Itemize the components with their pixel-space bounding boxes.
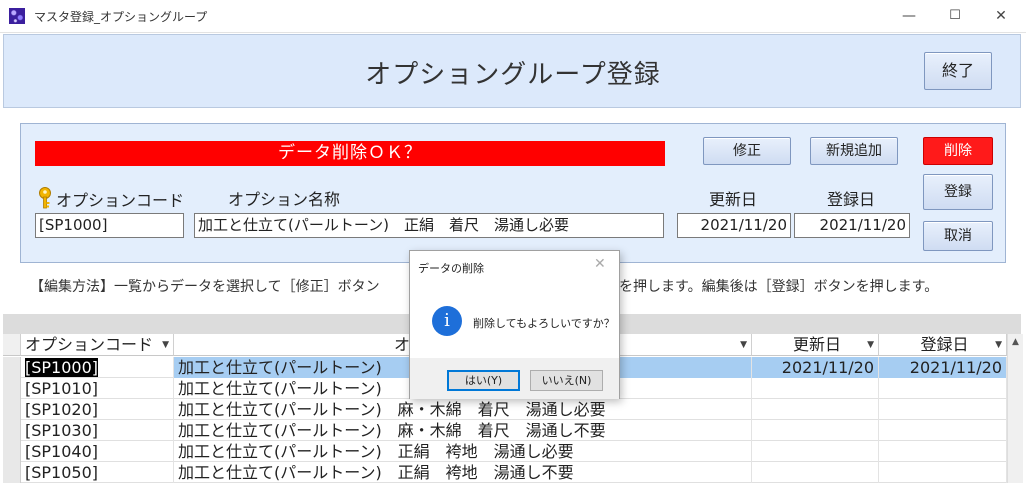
row-selector[interactable] bbox=[3, 378, 21, 399]
page-title: オプショングループ登録 bbox=[365, 60, 661, 90]
dropdown-arrow-icon[interactable]: ▼ bbox=[867, 334, 874, 356]
cell-updated[interactable] bbox=[752, 462, 879, 483]
cell-updated[interactable] bbox=[752, 399, 879, 420]
dialog-close-icon[interactable]: ✕ bbox=[594, 256, 606, 272]
info-icon: i bbox=[432, 306, 462, 336]
title-bar: マスタ登録_オプショングループ — ☐ ✕ bbox=[0, 0, 1026, 33]
no-button[interactable]: いいえ(N) bbox=[530, 370, 603, 391]
close-button[interactable]: ✕ bbox=[978, 0, 1024, 32]
minimize-button[interactable]: — bbox=[886, 0, 932, 32]
row-selector[interactable] bbox=[3, 441, 21, 462]
delete-dialog: データの削除 ✕ i 削除してもよろしいですか？ はい(Y) いいえ(N) bbox=[409, 250, 620, 399]
cancel-button[interactable]: 取消 bbox=[923, 221, 993, 251]
dialog-footer: はい(Y) いいえ(N) bbox=[410, 358, 619, 399]
scroll-up-icon[interactable]: ▲ bbox=[1008, 337, 1023, 347]
delete-confirm-banner: データ削除ＯＫ？ bbox=[35, 141, 665, 166]
row-selector[interactable] bbox=[3, 462, 21, 483]
header-option-name-label: オ bbox=[394, 335, 411, 354]
exit-button[interactable]: 終了 bbox=[924, 52, 992, 90]
app-icon bbox=[9, 8, 25, 24]
window-title: マスタ登録_オプショングループ bbox=[34, 10, 208, 24]
row-selector[interactable] bbox=[3, 399, 21, 420]
key-icon bbox=[39, 187, 51, 209]
cell-code[interactable]: [SP1050] bbox=[21, 462, 174, 483]
dialog-message: 削除してもよろしいですか？ bbox=[473, 317, 615, 330]
cell-registered[interactable]: 2021/11/20 bbox=[879, 357, 1007, 378]
instructions-text: 【編集方法】一覧からデータを選択して［修正］ボタン bbox=[30, 279, 380, 295]
dropdown-arrow-icon[interactable]: ▼ bbox=[740, 334, 747, 356]
cell-code[interactable]: [SP1010] bbox=[21, 378, 174, 399]
row-selector[interactable] bbox=[3, 420, 21, 441]
cell-registered[interactable] bbox=[879, 420, 1007, 441]
option-code-label: オプションコード bbox=[56, 191, 185, 210]
header-band: オプショングループ登録 終了 bbox=[3, 34, 1021, 108]
cell-code[interactable]: [SP1020] bbox=[21, 399, 174, 420]
updated-date-field[interactable]: 2021/11/20 bbox=[677, 213, 791, 238]
header-updated-label: 更新日 bbox=[792, 335, 841, 354]
cell-updated[interactable] bbox=[752, 420, 879, 441]
header-updated[interactable]: 更新日 ▼ bbox=[752, 334, 879, 356]
instructions-text-tail: を押します。編集後は［登録］ボタンを押します。 bbox=[619, 279, 939, 295]
registered-date-label: 登録日 bbox=[827, 190, 876, 209]
header-option-code[interactable]: オプションコード ▼ bbox=[21, 334, 174, 356]
cell-updated[interactable]: 2021/11/20 bbox=[752, 357, 879, 378]
option-name-label: オプション名称 bbox=[228, 190, 341, 209]
maximize-button[interactable]: ☐ bbox=[932, 0, 978, 32]
cell-code[interactable]: [SP1030] bbox=[21, 420, 174, 441]
header-option-code-label: オプションコード bbox=[25, 335, 154, 354]
cell-code[interactable]: [SP1040] bbox=[21, 441, 174, 462]
dialog-title: データの削除 bbox=[418, 262, 484, 275]
dropdown-arrow-icon[interactable]: ▼ bbox=[162, 334, 169, 356]
table-row[interactable]: [SP1040] 加工と仕立て(パールトーン) 正絹 袴地 湯通し必要 bbox=[3, 441, 1007, 462]
table-row[interactable]: [SP1030] 加工と仕立て(パールトーン) 麻・木綿 着尺 湯通し不要 bbox=[3, 420, 1007, 441]
delete-button[interactable]: 削除 bbox=[923, 137, 993, 165]
registered-date-field[interactable]: 2021/11/20 bbox=[794, 213, 910, 238]
table-row[interactable]: [SP1020] 加工と仕立て(パールトーン) 麻・木綿 着尺 湯通し必要 bbox=[3, 399, 1007, 420]
cell-updated[interactable] bbox=[752, 441, 879, 462]
grid-corner bbox=[3, 334, 21, 356]
form-panel: データ削除ＯＫ？ 修正 新規追加 削除 登録 取消 オプションコード オプション… bbox=[20, 123, 1006, 263]
register-button[interactable]: 登録 bbox=[923, 174, 993, 210]
cell-registered[interactable] bbox=[879, 441, 1007, 462]
cell-code[interactable]: [SP1000] bbox=[21, 357, 174, 378]
header-registered-label: 登録日 bbox=[920, 335, 969, 354]
cell-registered[interactable] bbox=[879, 378, 1007, 399]
option-name-field[interactable]: 加工と仕立て(パールトーン) 正絹 着尺 湯通し必要 bbox=[194, 213, 664, 238]
cell-registered[interactable] bbox=[879, 462, 1007, 483]
option-code-field[interactable]: [SP1000] bbox=[35, 213, 184, 238]
row-selector[interactable] bbox=[3, 357, 21, 378]
cell-updated[interactable] bbox=[752, 378, 879, 399]
yes-button[interactable]: はい(Y) bbox=[447, 370, 520, 391]
cell-name[interactable]: 加工と仕立て(パールトーン) 正絹 袴地 湯通し不要 bbox=[174, 462, 752, 483]
table-row[interactable]: [SP1050] 加工と仕立て(パールトーン) 正絹 袴地 湯通し不要 bbox=[3, 462, 1007, 483]
cell-registered[interactable] bbox=[879, 399, 1007, 420]
vertical-scrollbar[interactable]: ▲ bbox=[1007, 334, 1023, 483]
updated-date-label: 更新日 bbox=[709, 190, 758, 209]
dropdown-arrow-icon[interactable]: ▼ bbox=[995, 334, 1002, 356]
edit-button[interactable]: 修正 bbox=[703, 137, 791, 165]
cell-name[interactable]: 加工と仕立て(パールトーン) 麻・木綿 着尺 湯通し不要 bbox=[174, 420, 752, 441]
header-registered[interactable]: 登録日 ▼ bbox=[879, 334, 1007, 356]
cell-name[interactable]: 加工と仕立て(パールトーン) 麻・木綿 着尺 湯通し必要 bbox=[174, 399, 752, 420]
cell-name[interactable]: 加工と仕立て(パールトーン) 正絹 袴地 湯通し必要 bbox=[174, 441, 752, 462]
add-new-button[interactable]: 新規追加 bbox=[810, 137, 898, 165]
